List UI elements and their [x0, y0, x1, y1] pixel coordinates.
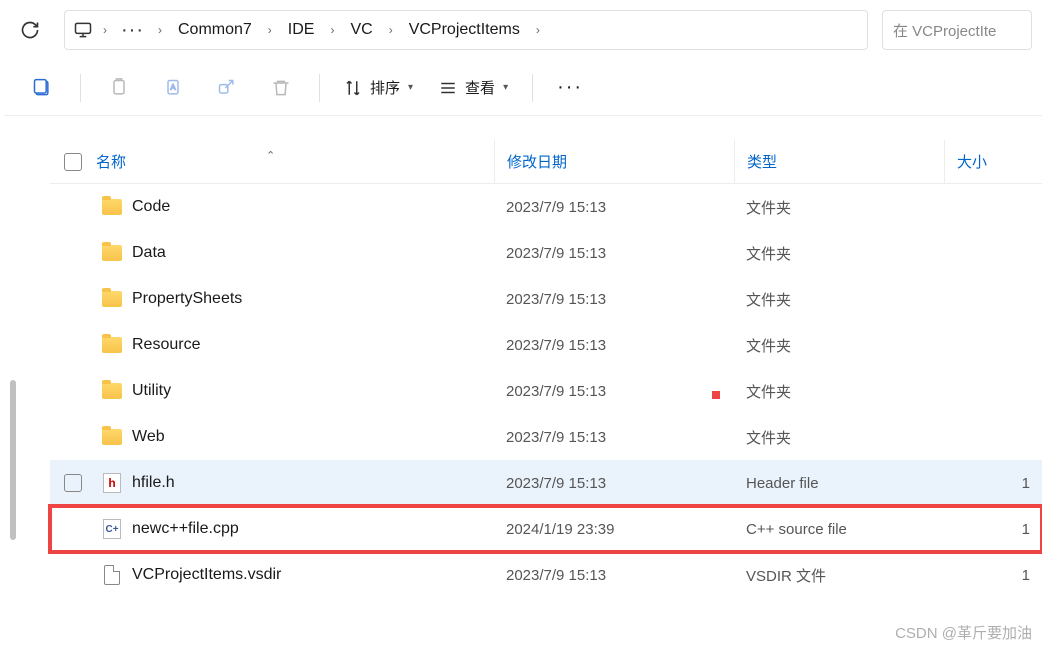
file-row[interactable]: Resource2023/7/9 15:13文件夹	[50, 322, 1042, 368]
folder-icon	[102, 337, 122, 353]
file-name: VCProjectItems.vsdir	[128, 566, 494, 584]
more-button[interactable]: ···	[547, 70, 593, 105]
file-row[interactable]: Utility2023/7/9 15:13文件夹	[50, 368, 1042, 414]
pc-icon	[73, 20, 93, 40]
file-row[interactable]: VCProjectItems.vsdir2023/7/9 15:13VSDIR …	[50, 552, 1042, 598]
breadcrumb-segment[interactable]: IDE	[282, 17, 321, 43]
paste-button	[203, 66, 251, 110]
sort-icon	[344, 79, 362, 97]
file-name: PropertySheets	[128, 290, 494, 308]
search-input[interactable]: 在 VCProjectIte	[882, 10, 1032, 50]
sort-indicator-icon: ⌃	[266, 149, 275, 162]
file-row[interactable]: Code2023/7/9 15:13文件夹	[50, 184, 1042, 230]
view-dropdown[interactable]: 查看 ▾	[429, 71, 518, 104]
file-date: 2024/1/19 23:39	[494, 521, 734, 538]
file-date: 2023/7/9 15:13	[494, 199, 734, 216]
file-name: Utility	[128, 382, 494, 400]
file-type: Header file	[734, 475, 944, 492]
file-name: newc++file.cpp	[128, 520, 494, 538]
folder-icon	[102, 383, 122, 399]
header-name[interactable]: 名称 ⌃	[96, 151, 494, 172]
file-size: 1	[944, 521, 1042, 538]
file-type: 文件夹	[734, 335, 944, 356]
row-checkbox[interactable]	[64, 474, 82, 492]
file-row[interactable]: h hfile.h2023/7/9 15:13Header file1	[50, 460, 1042, 506]
file-type: 文件夹	[734, 243, 944, 264]
folder-icon	[102, 199, 122, 215]
file-date: 2023/7/9 15:13	[494, 383, 734, 400]
file-name: Code	[128, 198, 494, 216]
file-date: 2023/7/9 15:13	[494, 245, 734, 262]
cpp-file-icon: C+	[103, 519, 121, 539]
file-type: 文件夹	[734, 289, 944, 310]
separator	[532, 74, 533, 102]
watermark: CSDN @革斤要加油	[895, 622, 1032, 643]
refresh-button[interactable]	[10, 10, 50, 50]
chevron-right-icon: ›	[101, 23, 109, 37]
file-name: Data	[128, 244, 494, 262]
separator	[319, 74, 320, 102]
file-list: 名称 ⌃ 修改日期 类型 大小 Code2023/7/9 15:13文件夹Dat…	[50, 140, 1042, 649]
chevron-down-icon: ▾	[408, 82, 413, 93]
select-all-checkbox[interactable]	[50, 153, 96, 171]
breadcrumb-segment[interactable]: VCProjectItems	[403, 17, 526, 43]
header-type[interactable]: 类型	[734, 140, 944, 183]
rename-button	[257, 66, 305, 110]
svg-text:A: A	[171, 82, 176, 91]
file-type: C++ source file	[734, 521, 944, 538]
file-row[interactable]: Web2023/7/9 15:13文件夹	[50, 414, 1042, 460]
chevron-right-icon: ›	[328, 23, 336, 37]
file-type: 文件夹	[734, 197, 944, 218]
sort-label: 排序	[370, 77, 400, 98]
breadcrumb-segment[interactable]: VC	[344, 17, 378, 43]
chevron-right-icon: ›	[266, 23, 274, 37]
file-name: Resource	[128, 336, 494, 354]
chevron-right-icon: ›	[534, 23, 542, 37]
file-date: 2023/7/9 15:13	[494, 567, 734, 584]
breadcrumb[interactable]: › ··· › Common7 › IDE › VC › VCProjectIt…	[64, 10, 868, 50]
file-name: hfile.h	[128, 474, 494, 492]
cut-button	[95, 66, 143, 110]
file-row[interactable]: Data2023/7/9 15:13文件夹	[50, 230, 1042, 276]
file-date: 2023/7/9 15:13	[494, 291, 734, 308]
file-row[interactable]: C+ newc++file.cpp2024/1/19 23:39C++ sourc…	[50, 506, 1042, 552]
chevron-right-icon: ›	[156, 23, 164, 37]
folder-icon	[102, 429, 122, 445]
header-size[interactable]: 大小	[944, 140, 1042, 183]
copy-button: A	[149, 66, 197, 110]
file-size: 1	[944, 475, 1042, 492]
breadcrumb-segment[interactable]: Common7	[172, 17, 258, 43]
view-label: 查看	[465, 77, 495, 98]
address-bar: › ··· › Common7 › IDE › VC › VCProjectIt…	[0, 0, 1042, 60]
view-icon	[439, 79, 457, 97]
file-icon	[104, 565, 120, 585]
file-size: 1	[944, 567, 1042, 584]
header-file-icon: h	[103, 473, 121, 493]
file-name: Web	[128, 428, 494, 446]
chevron-right-icon: ›	[387, 23, 395, 37]
sort-dropdown[interactable]: 排序 ▾	[334, 71, 423, 104]
folder-icon	[102, 291, 122, 307]
file-type: 文件夹	[734, 381, 944, 402]
search-placeholder: 在 VCProjectIte	[893, 20, 996, 41]
file-date: 2023/7/9 15:13	[494, 337, 734, 354]
file-type: 文件夹	[734, 427, 944, 448]
annotation-mark	[712, 391, 720, 399]
separator	[80, 74, 81, 102]
new-button[interactable]	[18, 66, 66, 110]
nav-scrollbar[interactable]	[10, 380, 16, 540]
file-row[interactable]: PropertySheets2023/7/9 15:13文件夹	[50, 276, 1042, 322]
folder-icon	[102, 245, 122, 261]
column-headers: 名称 ⌃ 修改日期 类型 大小	[50, 140, 1042, 184]
toolbar: A 排序 ▾ 查看 ▾ ···	[4, 60, 1042, 116]
breadcrumb-overflow[interactable]: ···	[117, 19, 148, 42]
file-date: 2023/7/9 15:13	[494, 429, 734, 446]
chevron-down-icon: ▾	[503, 82, 508, 93]
header-date[interactable]: 修改日期	[494, 140, 734, 183]
file-type: VSDIR 文件	[734, 565, 944, 586]
file-date: 2023/7/9 15:13	[494, 475, 734, 492]
